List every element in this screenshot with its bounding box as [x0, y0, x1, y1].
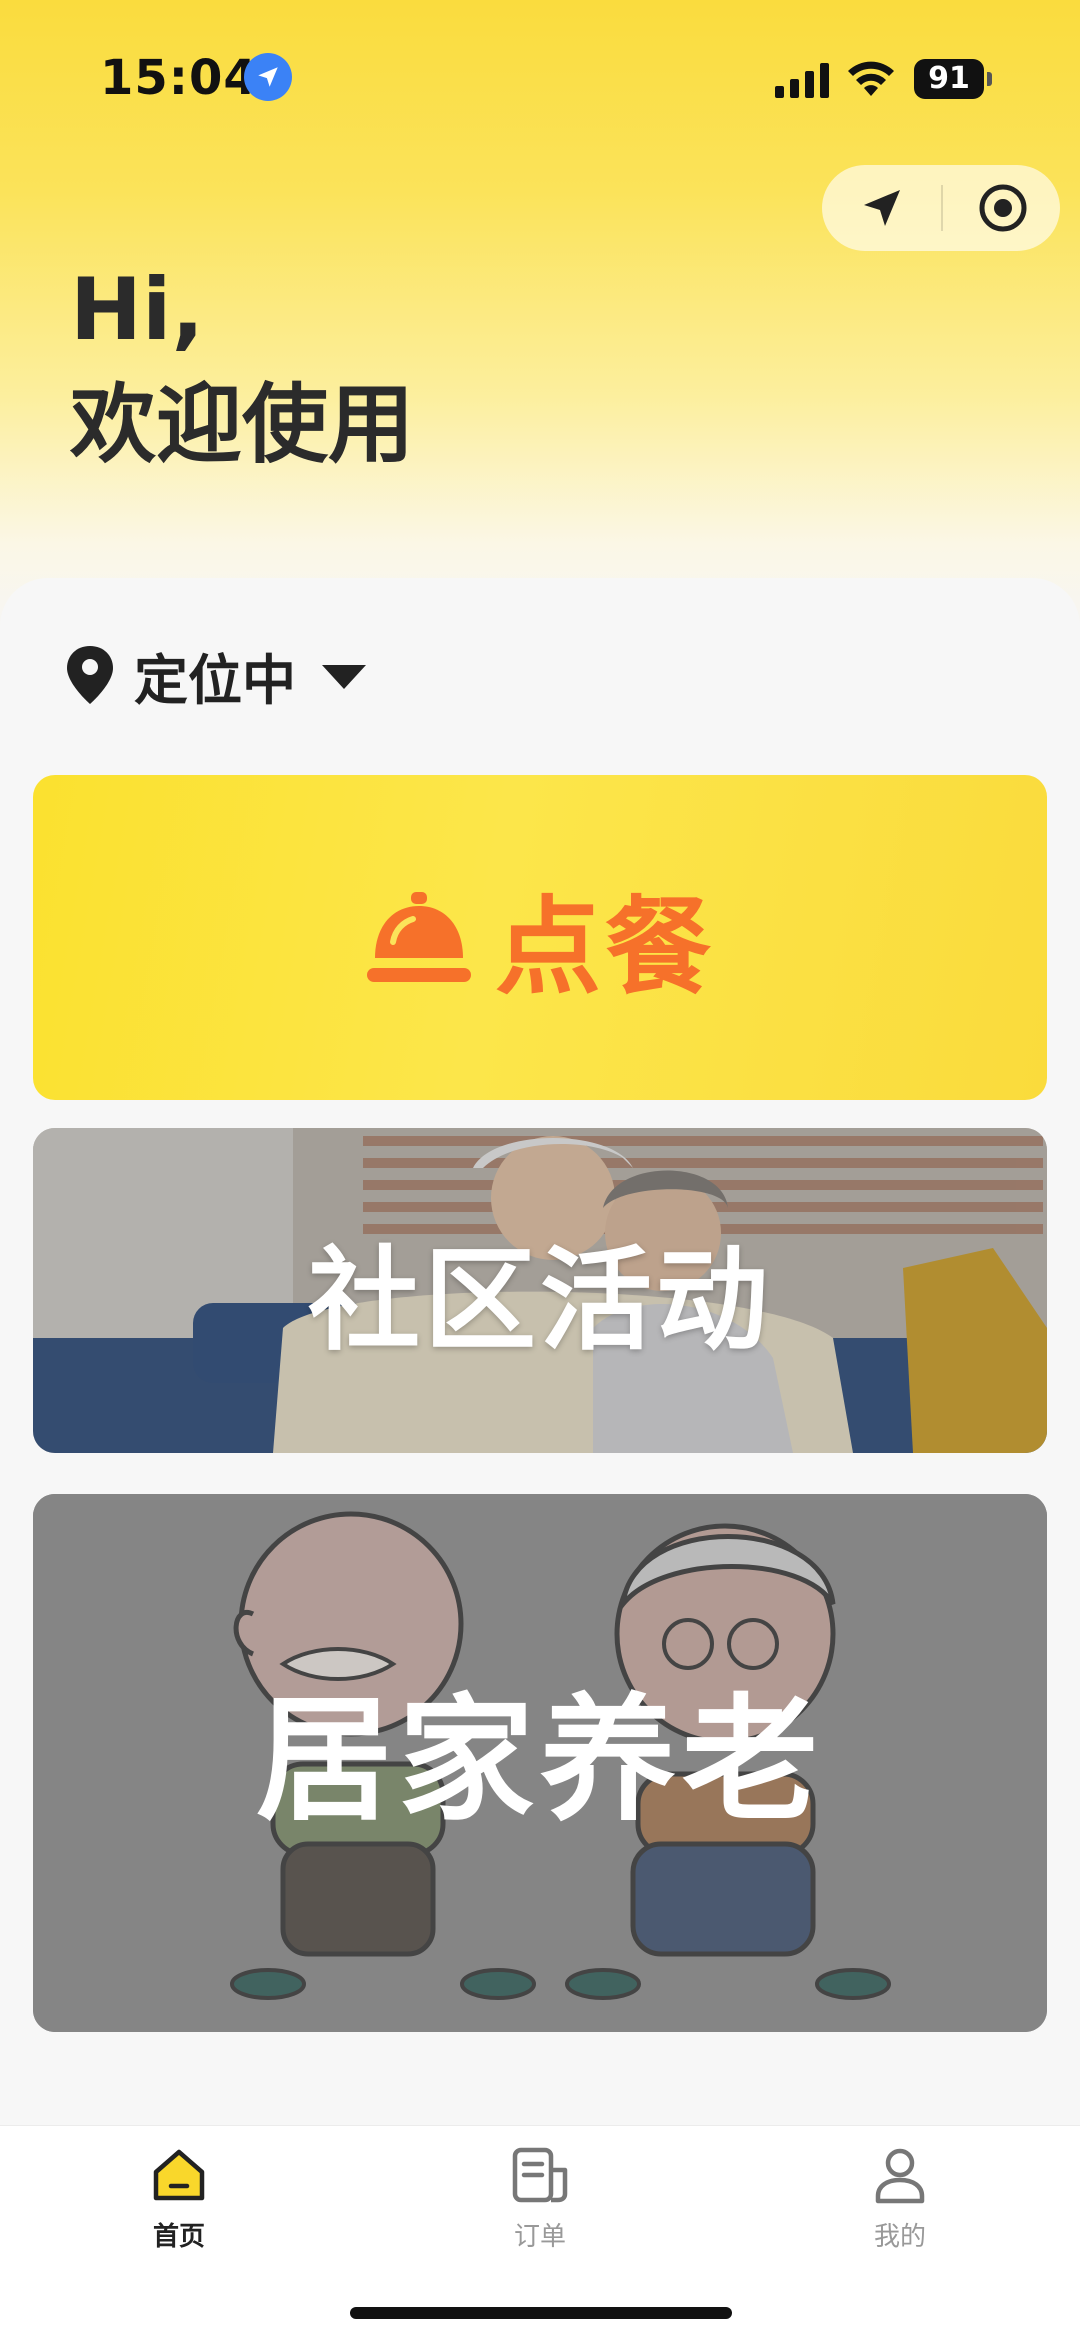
community-activity-title: 社区活动	[308, 1235, 772, 1366]
tab-mine-label: 我的	[873, 2222, 926, 2252]
status-bar: 15:04 91	[0, 0, 1080, 160]
navigation-icon	[863, 190, 900, 226]
status-time: 15:04	[100, 50, 258, 106]
tab-mine[interactable]: 我的	[800, 2144, 1000, 2264]
location-arrow-icon	[244, 53, 292, 101]
signal-icon	[775, 63, 829, 98]
order-list-icon	[512, 2147, 568, 2203]
app-screen: 15:04 91 Hi, 欢迎使用 定位中 点餐 社区活动 居家养老 首页 订单…	[0, 0, 1080, 2341]
tab-orders[interactable]: 订单	[440, 2144, 640, 2264]
greeting-welcome: 欢迎使用	[70, 375, 414, 475]
location-label: 定位中	[134, 648, 296, 712]
wifi-icon	[848, 61, 894, 96]
navigation-button[interactable]	[822, 165, 941, 251]
home-icon	[153, 2149, 205, 2201]
community-activity-card[interactable]: 社区活动	[33, 1128, 1047, 1453]
greeting: Hi, 欢迎使用	[70, 255, 414, 485]
order-food-title: 点餐	[495, 885, 715, 1009]
map-pin-icon	[67, 646, 113, 704]
tab-home[interactable]: 首页	[79, 2144, 279, 2264]
service-bell-icon	[367, 891, 471, 982]
greeting-hi: Hi,	[70, 260, 205, 360]
home-care-title: 居家养老	[256, 1681, 824, 1840]
caret-down-icon	[322, 665, 366, 689]
battery-icon: 91	[914, 59, 984, 99]
close-miniprogram-button[interactable]	[943, 165, 1062, 251]
home-indicator[interactable]	[350, 2307, 732, 2319]
miniprogram-capsule	[822, 165, 1060, 251]
order-food-card[interactable]: 点餐	[33, 775, 1047, 1100]
target-icon	[979, 184, 1026, 232]
location-selector[interactable]: 定位中	[64, 640, 366, 712]
tab-orders-label: 订单	[513, 2222, 566, 2252]
battery-cap	[987, 72, 992, 86]
home-care-card[interactable]: 居家养老	[33, 1494, 1047, 2032]
tab-home-label: 首页	[152, 2222, 205, 2252]
user-icon	[875, 2148, 925, 2204]
